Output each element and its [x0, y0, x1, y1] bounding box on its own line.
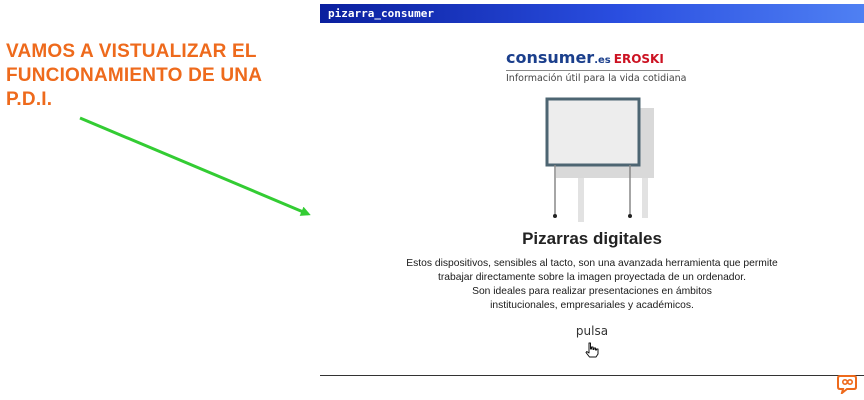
brand-name: consumer — [506, 48, 595, 67]
brand-logo: consumer.es EROSKI Información útil para … — [506, 48, 687, 84]
description-line: trabajar directamente sobre la imagen pr… — [438, 272, 746, 283]
description-line: Son ideales para realizar presentaciones… — [472, 286, 712, 297]
hand-pointer-icon[interactable] — [585, 342, 599, 358]
arrow-icon — [79, 116, 311, 216]
whiteboard-icon — [545, 97, 654, 222]
window-titlebar: pizarra_consumer — [320, 4, 864, 23]
description-line: Estos dispositivos, sensibles al tacto, … — [406, 258, 778, 269]
description-line: institucionales, empresariales y académi… — [490, 300, 694, 311]
brand-divider — [506, 70, 680, 71]
media-window: pizarra_consumer consumer.es EROSKI Infor… — [320, 4, 864, 376]
page-title: Pizarras digitales — [522, 229, 662, 248]
brand-name-row: consumer.es EROSKI — [506, 48, 682, 68]
pulsa-button[interactable]: pulsa — [320, 324, 864, 338]
slide: { "annotation": { "text": "VAMOS A VISTU… — [0, 0, 864, 400]
description: Estos dispositivos, sensibles al tacto, … — [320, 257, 864, 313]
annotation-text: VAMOS A VISTUALIZAR EL FUNCIONAMIENTO DE… — [6, 41, 263, 110]
brand-tagline: Información útil para la vida cotidiana — [506, 73, 687, 84]
window-divider — [320, 375, 864, 376]
brand-domain: .es — [594, 55, 611, 66]
presentation-logo-icon — [837, 375, 857, 394]
brand-partner: EROSKI — [613, 52, 664, 66]
